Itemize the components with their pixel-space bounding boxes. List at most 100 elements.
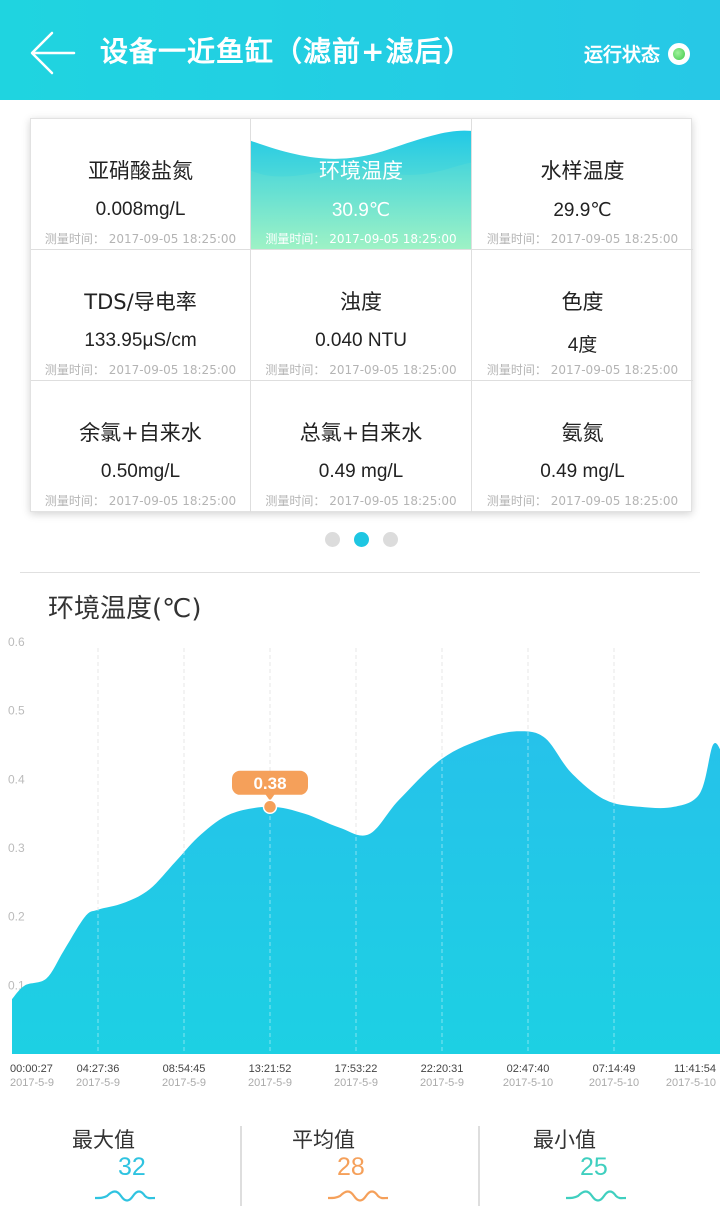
measure-time-label: 测量时间：: [265, 232, 330, 246]
pager-dots: [325, 532, 398, 547]
x-tick-time: 08:54:45: [163, 1063, 206, 1075]
x-tick-time: 17:53:22: [335, 1063, 378, 1075]
measure-time: 测量时间： 2017-09-05 18:25:00: [251, 230, 471, 247]
sensor-value: 30.9℃: [331, 200, 391, 221]
sensor-card[interactable]: 浊度 0.040 NTU 测量时间： 2017-09-05 18:25:00: [251, 250, 472, 381]
x-tick-date: 2017-5-9: [248, 1077, 292, 1089]
sensor-value: 133.95μS/cm: [84, 330, 197, 351]
measure-time-value: 2017-09-05 18:25:00: [329, 232, 457, 246]
measure-time-label: 测量时间：: [44, 494, 109, 508]
sensor-card[interactable]: 色度 4度测量时间： 2017-09-05 18:25:00: [472, 250, 693, 381]
temperature-area-chart: 0.10.20.30.40.50.600:00:272017-5-904:27:…: [8, 635, 720, 1089]
x-tick-date: 2017-5-9: [334, 1077, 378, 1089]
x-tick-time: 13:21:52: [249, 1063, 292, 1075]
back-arrow-icon[interactable]: [28, 28, 78, 78]
measure-time-value: 2017-09-05 18:25:00: [550, 363, 679, 377]
sensor-card[interactable]: 环境温度 30.9℃ 测量时间： 2017-09-05 18:25:00: [251, 119, 472, 250]
stat-value: 32: [118, 1153, 146, 1181]
pager-dot[interactable]: [325, 532, 340, 547]
x-tick-time: 07:14:49: [593, 1063, 636, 1075]
measure-time-label: 测量时间：: [265, 363, 330, 377]
x-tick-date: 2017-5-9: [76, 1077, 120, 1089]
sensor-card[interactable]: 余氯+自来水 0.50mg/L 测量时间： 2017-09-05 18:25:00: [31, 381, 251, 512]
x-tick-time: 00:00:27: [10, 1063, 53, 1075]
x-tick-time: 11:41:54: [674, 1063, 716, 1075]
sensor-card[interactable]: TDS/导电率 133.95μS/cm 测量时间： 2017-09-05 18:25…: [31, 250, 251, 381]
status-indicator-icon: [668, 42, 690, 65]
sensor-card-grid: 亚硝酸盐氮 0.008mg/L 测量时间： 2017-09-05 18:25:00 环…: [30, 118, 693, 512]
measure-time-value: 2017-09-05 18:25:00: [550, 494, 679, 508]
measure-time-value: 2017-09-05 18:25:00: [329, 363, 457, 377]
sensor-value: 0.040 NTU: [315, 330, 407, 351]
wave-icon: [566, 1190, 626, 1202]
sensor-card[interactable]: 水样温度 29.9℃ 测量时间： 2017-09-05 18:25:00: [472, 119, 693, 250]
sensor-name: TDS/导电率: [84, 290, 197, 314]
sensor-name: 色度: [561, 290, 604, 314]
sensor-value: 0.008mg/L: [95, 199, 186, 220]
stat-value: 25: [580, 1153, 608, 1181]
marker-point: [262, 799, 278, 815]
x-tick-time: 22:20:31: [421, 1063, 464, 1075]
x-tick-date: 2017-5-9: [10, 1077, 54, 1089]
measure-time: 测量时间： 2017-09-05 18:25:00: [472, 361, 693, 378]
divider: [20, 572, 700, 573]
sensor-value: 4度: [567, 335, 598, 356]
run-status-button[interactable]: 运行状态: [584, 40, 690, 67]
x-tick-date: 2017-5-9: [420, 1077, 464, 1089]
y-tick-label: 0.2: [8, 910, 25, 924]
stat-label: 最小值: [533, 1128, 596, 1152]
sensor-card[interactable]: 氨氮 0.49 mg/L 测量时间： 2017-09-05 18:25:00: [472, 381, 693, 512]
sensor-name: 水样温度: [540, 159, 625, 183]
x-tick-time: 02:47:40: [507, 1063, 550, 1075]
marker-value-label: 0.38: [253, 774, 286, 793]
measure-time-label: 测量时间：: [44, 232, 109, 246]
measure-time: 测量时间： 2017-09-05 18:25:00: [251, 492, 471, 509]
stat-separator: [478, 1126, 480, 1206]
measure-time: 测量时间： 2017-09-05 18:25:00: [251, 361, 471, 378]
sensor-name: 环境温度: [319, 159, 403, 183]
measure-time: 测量时间： 2017-09-05 18:25:00: [31, 230, 250, 247]
measure-time-value: 2017-09-05 18:25:00: [108, 363, 237, 377]
sensor-card[interactable]: 总氯+自来水 0.49 mg/L 测量时间： 2017-09-05 18:25:00: [251, 381, 472, 512]
sensor-value: 0.49 mg/L: [318, 461, 404, 482]
measure-time-label: 测量时间：: [44, 363, 109, 377]
measure-time-label: 测量时间：: [486, 494, 551, 508]
sensor-value: 0.50mg/L: [100, 461, 181, 482]
measure-time: 测量时间： 2017-09-05 18:25:00: [472, 230, 693, 247]
sensor-name: 氨氮: [561, 421, 604, 445]
measure-time-label: 测量时间：: [486, 363, 551, 377]
x-tick-date: 2017-5-10: [589, 1077, 639, 1089]
x-tick-date: 2017-5-10: [503, 1077, 553, 1089]
sensor-name: 余氯+自来水: [79, 421, 202, 445]
sensor-name: 浊度: [340, 290, 382, 314]
stats-summary: 最大值 32 平均值 28 最小值 25: [0, 1110, 720, 1230]
stat-separator: [240, 1126, 242, 1206]
y-tick-label: 0.4: [8, 772, 25, 786]
page-title: 设备一近鱼缸（滤前+滤后）: [100, 35, 473, 68]
wave-icon: [328, 1190, 388, 1202]
sensor-value: 29.9℃: [553, 200, 612, 221]
stat-label: 最大值: [72, 1128, 135, 1152]
x-tick-date: 2017-5-10: [666, 1077, 716, 1089]
wave-icon: [95, 1190, 155, 1202]
pager-dot[interactable]: [354, 532, 369, 547]
sensor-name: 亚硝酸盐氮: [88, 159, 193, 183]
pager-dot[interactable]: [383, 532, 398, 547]
measure-time: 测量时间： 2017-09-05 18:25:00: [31, 361, 250, 378]
header-bar: 设备一近鱼缸（滤前+滤后） 运行状态: [0, 0, 720, 100]
measure-time: 测量时间： 2017-09-05 18:25:00: [472, 492, 693, 509]
sensor-value: 0.49 mg/L: [540, 461, 625, 482]
run-status-label: 运行状态: [583, 44, 660, 66]
measure-time-value: 2017-09-05 18:25:00: [329, 494, 457, 508]
measure-time-label: 测量时间：: [486, 232, 551, 246]
sensor-card[interactable]: 亚硝酸盐氮 0.008mg/L 测量时间： 2017-09-05 18:25:00: [31, 119, 251, 250]
measure-time: 测量时间： 2017-09-05 18:25:00: [31, 492, 250, 509]
y-tick-label: 0.6: [8, 635, 25, 649]
y-tick-label: 0.5: [8, 704, 25, 718]
x-tick-date: 2017-5-9: [162, 1077, 206, 1089]
measure-time-value: 2017-09-05 18:25:00: [108, 232, 237, 246]
stat-value: 28: [337, 1153, 365, 1181]
measure-time-label: 测量时间：: [265, 494, 330, 508]
measure-time-value: 2017-09-05 18:25:00: [108, 494, 237, 508]
x-tick-time: 04:27:36: [77, 1063, 120, 1075]
